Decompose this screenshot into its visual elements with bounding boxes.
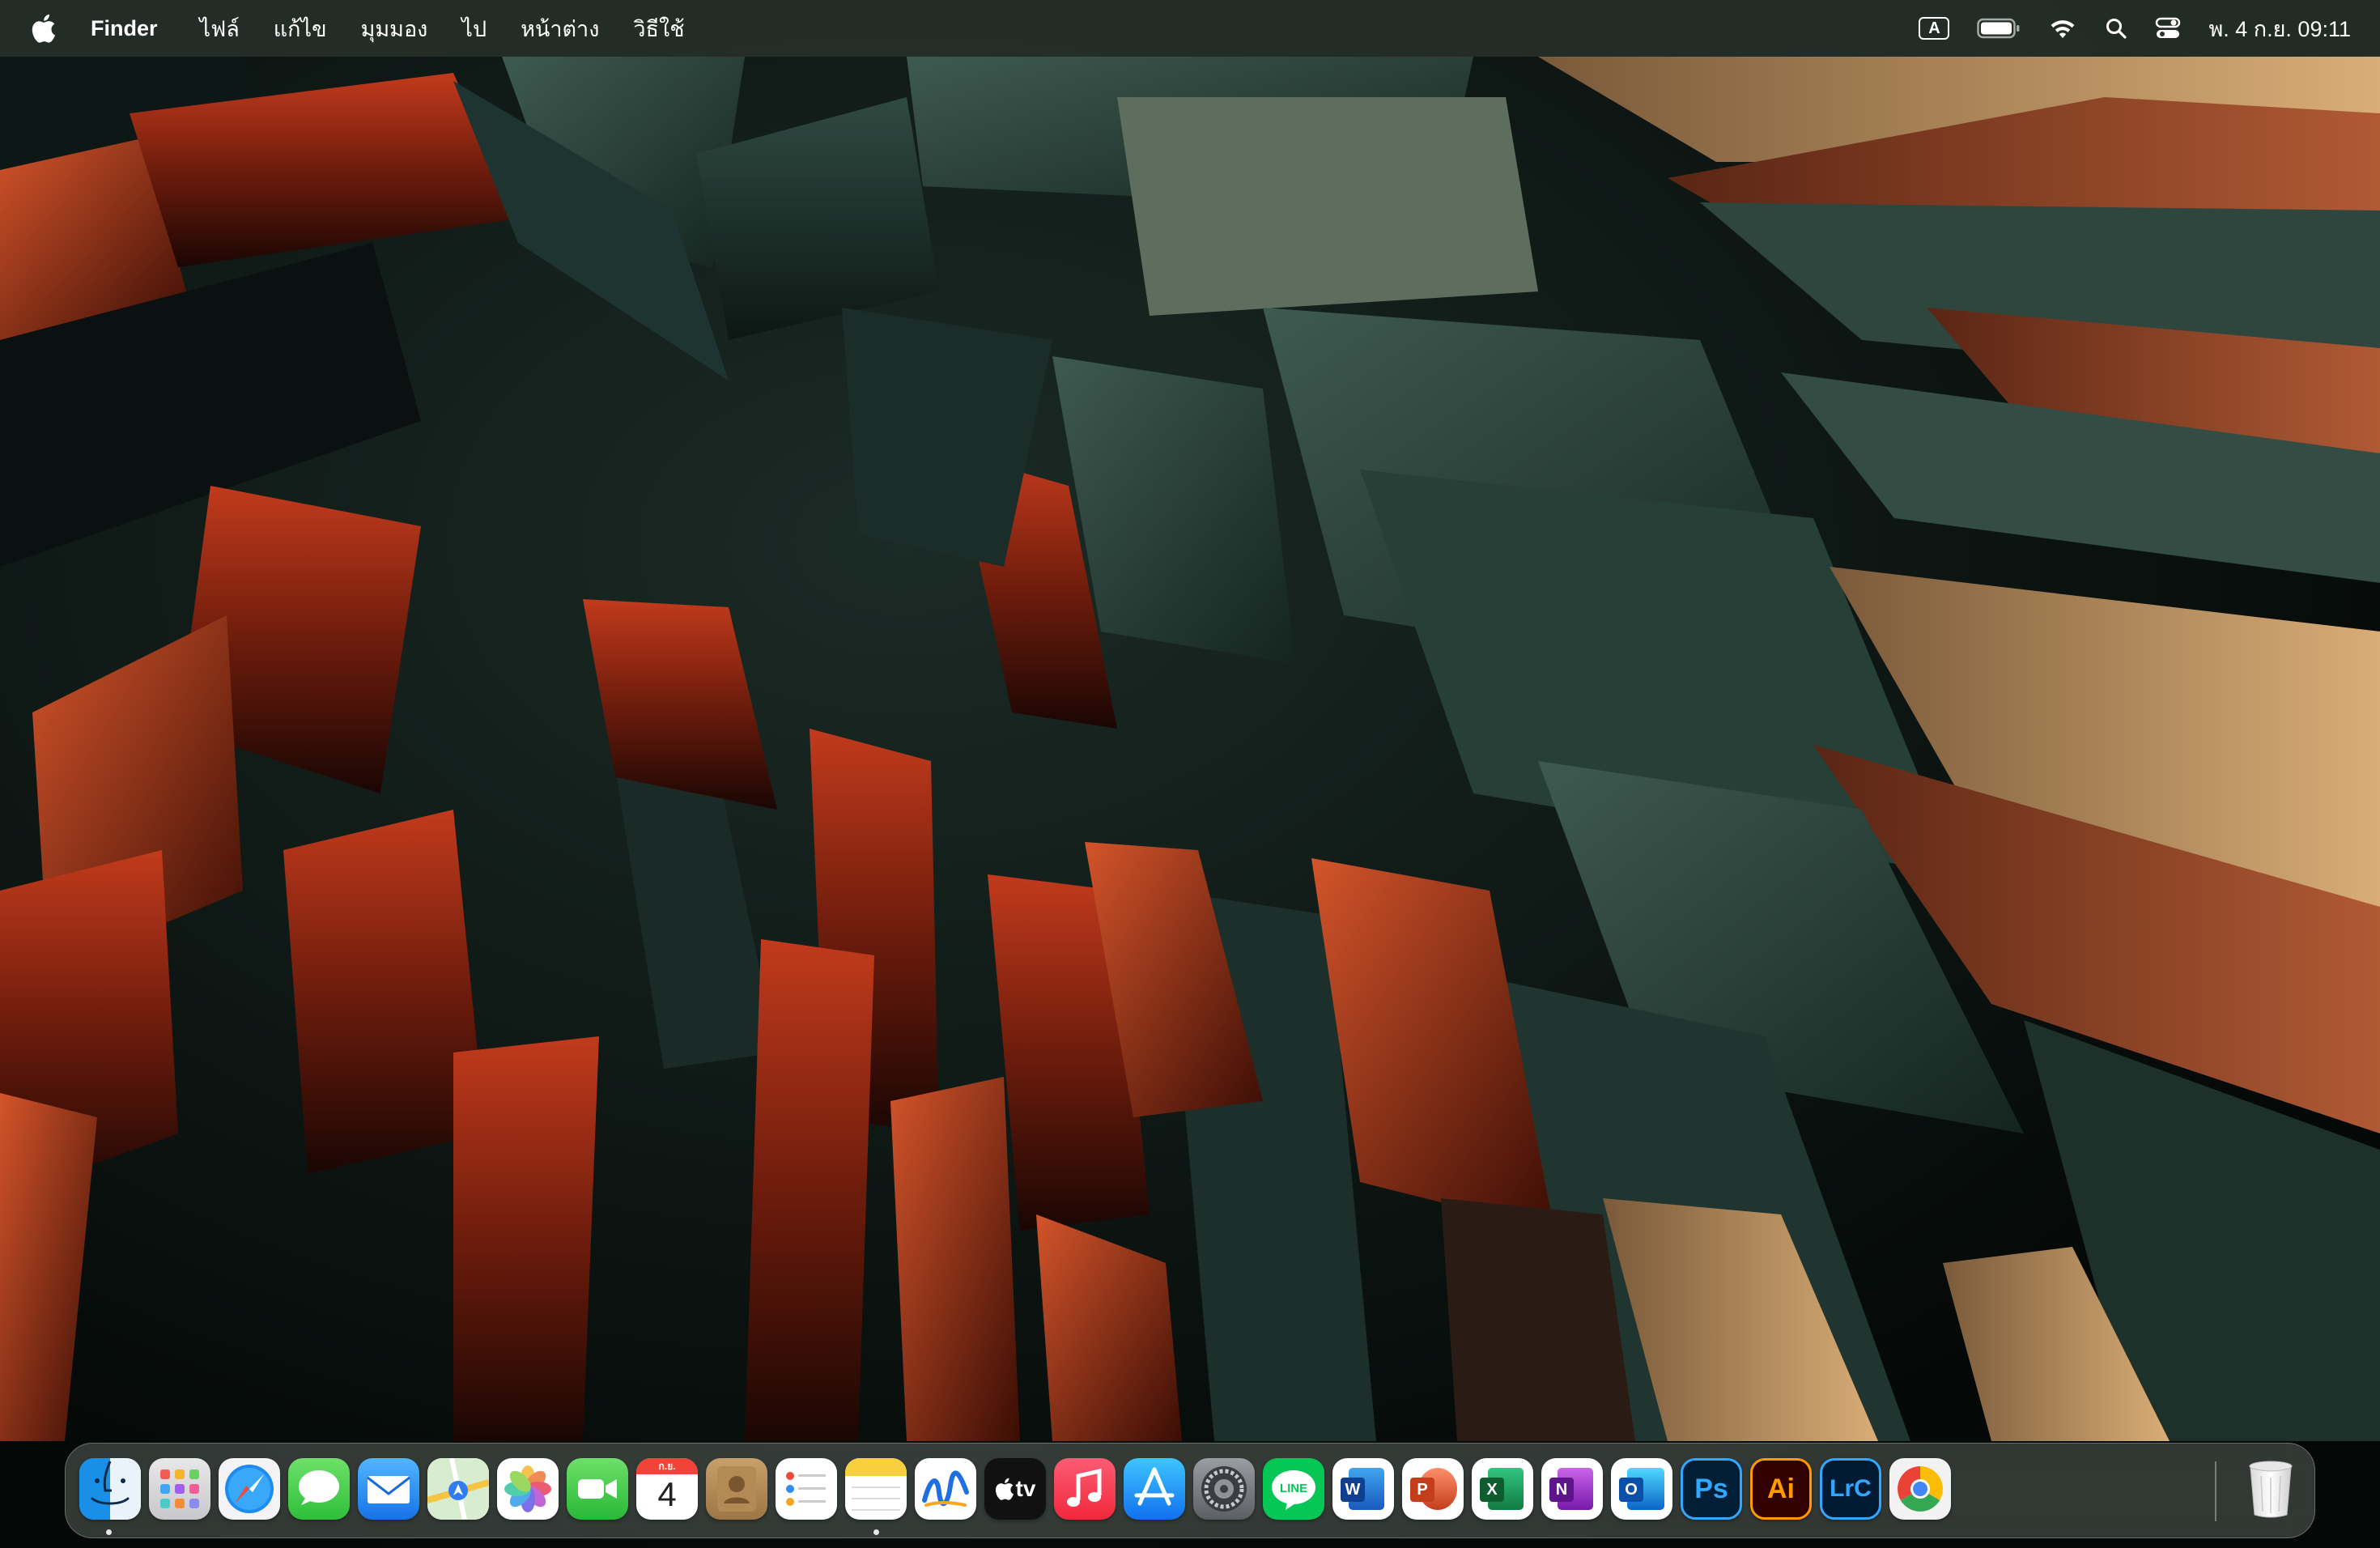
menu-window[interactable]: หน้าต่าง [521, 11, 599, 46]
powerpoint-icon: P [1410, 1478, 1434, 1502]
freeform-icon [922, 1470, 969, 1507]
input-source-icon[interactable]: A [1919, 17, 1950, 40]
excel-icon: X [1480, 1478, 1504, 1502]
dock-notes[interactable] [845, 1458, 907, 1520]
apple-logo-icon[interactable] [29, 12, 58, 45]
dock-illustrator[interactable]: Ai [1750, 1458, 1812, 1520]
dock-freeform[interactable] [915, 1458, 976, 1520]
dock-maps[interactable] [427, 1458, 489, 1520]
dock-photos[interactable] [497, 1458, 559, 1520]
dock-excel[interactable]: X [1472, 1458, 1533, 1520]
wifi-icon[interactable] [2048, 17, 2077, 40]
line-label: LINE [1279, 1482, 1308, 1495]
dock-reminders[interactable] [776, 1458, 837, 1520]
menu-go[interactable]: ไป [461, 11, 487, 46]
menu-app-finder[interactable]: Finder [91, 16, 158, 41]
calendar-day: 4 [657, 1475, 677, 1513]
menu-help[interactable]: วิธีใช้ [633, 11, 684, 46]
dock: ก.ย. 4 tv LINE W P X N O Ps Ai LrC [65, 1443, 2315, 1538]
dock-messages[interactable] [288, 1458, 350, 1520]
photoshop-icon: Ps [1694, 1473, 1728, 1504]
running-indicator [106, 1529, 112, 1535]
notes-icon [845, 1458, 907, 1511]
mail-icon [367, 1476, 410, 1503]
finder-icon [79, 1458, 141, 1520]
dock-music[interactable] [1054, 1458, 1116, 1520]
dock-lightroom-classic[interactable]: LrC [1820, 1458, 1881, 1520]
reminders-icon [786, 1472, 826, 1506]
onenote-icon: N [1549, 1478, 1574, 1502]
dock-line[interactable]: LINE [1263, 1458, 1324, 1520]
menu-bar-clock[interactable]: พ. 4 ก.ย. 09:11 [2208, 11, 2351, 46]
safari-icon [225, 1465, 274, 1513]
system-settings-icon [1201, 1466, 1247, 1512]
dock-onenote[interactable]: N [1541, 1458, 1603, 1520]
illustrator-icon: Ai [1767, 1473, 1795, 1504]
menu-file[interactable]: ไฟล์ [200, 11, 240, 46]
music-icon [1067, 1468, 1102, 1507]
dock-launchpad[interactable] [149, 1458, 210, 1520]
chrome-icon [1898, 1466, 1943, 1512]
dock-contacts[interactable] [706, 1458, 767, 1520]
battery-icon[interactable] [1977, 18, 2021, 39]
running-indicator [873, 1529, 879, 1535]
dock-app-store[interactable] [1124, 1458, 1185, 1520]
word-icon: W [1341, 1478, 1365, 1502]
dock-chrome[interactable] [1889, 1458, 1951, 1520]
dock-trash[interactable] [2240, 1458, 2301, 1520]
dock-apple-tv[interactable]: tv [984, 1458, 1046, 1520]
control-center-icon[interactable] [2155, 17, 2181, 40]
menu-bar: Finder ไฟล์ แก้ไข มุมมอง ไป หน้าต่าง วิธ… [0, 0, 2380, 57]
dock-outlook[interactable]: O [1611, 1458, 1672, 1520]
menu-edit[interactable]: แก้ไข [274, 11, 327, 46]
dock-facetime[interactable] [567, 1458, 628, 1520]
maps-icon [427, 1458, 489, 1520]
app-store-icon [1134, 1467, 1175, 1506]
apple-tv-icon [995, 1478, 1014, 1500]
dock-safari[interactable] [219, 1458, 280, 1520]
dock-separator [2215, 1461, 2216, 1521]
lightroom-classic-icon: LrC [1830, 1475, 1872, 1502]
dock-mail[interactable] [358, 1458, 419, 1520]
messages-icon [299, 1470, 339, 1505]
dock-calendar[interactable]: ก.ย. 4 [636, 1458, 698, 1520]
dock-photoshop[interactable]: Ps [1681, 1458, 1742, 1520]
dock-finder[interactable] [79, 1458, 141, 1520]
calendar-month: ก.ย. [636, 1458, 698, 1474]
desktop-wallpaper [0, 0, 2380, 1548]
menu-view[interactable]: มุมมอง [361, 11, 428, 46]
dock-word[interactable]: W [1332, 1458, 1394, 1520]
apple-tv-label: tv [1015, 1476, 1036, 1501]
contacts-icon [717, 1466, 756, 1512]
facetime-icon [578, 1479, 617, 1499]
dock-powerpoint[interactable]: P [1402, 1458, 1464, 1520]
photos-icon [504, 1465, 551, 1512]
outlook-icon: O [1619, 1478, 1643, 1502]
spotlight-search-icon[interactable] [2105, 17, 2127, 40]
trash-icon [2249, 1461, 2293, 1518]
dock-system-settings[interactable] [1193, 1458, 1255, 1520]
launchpad-icon [160, 1469, 199, 1508]
